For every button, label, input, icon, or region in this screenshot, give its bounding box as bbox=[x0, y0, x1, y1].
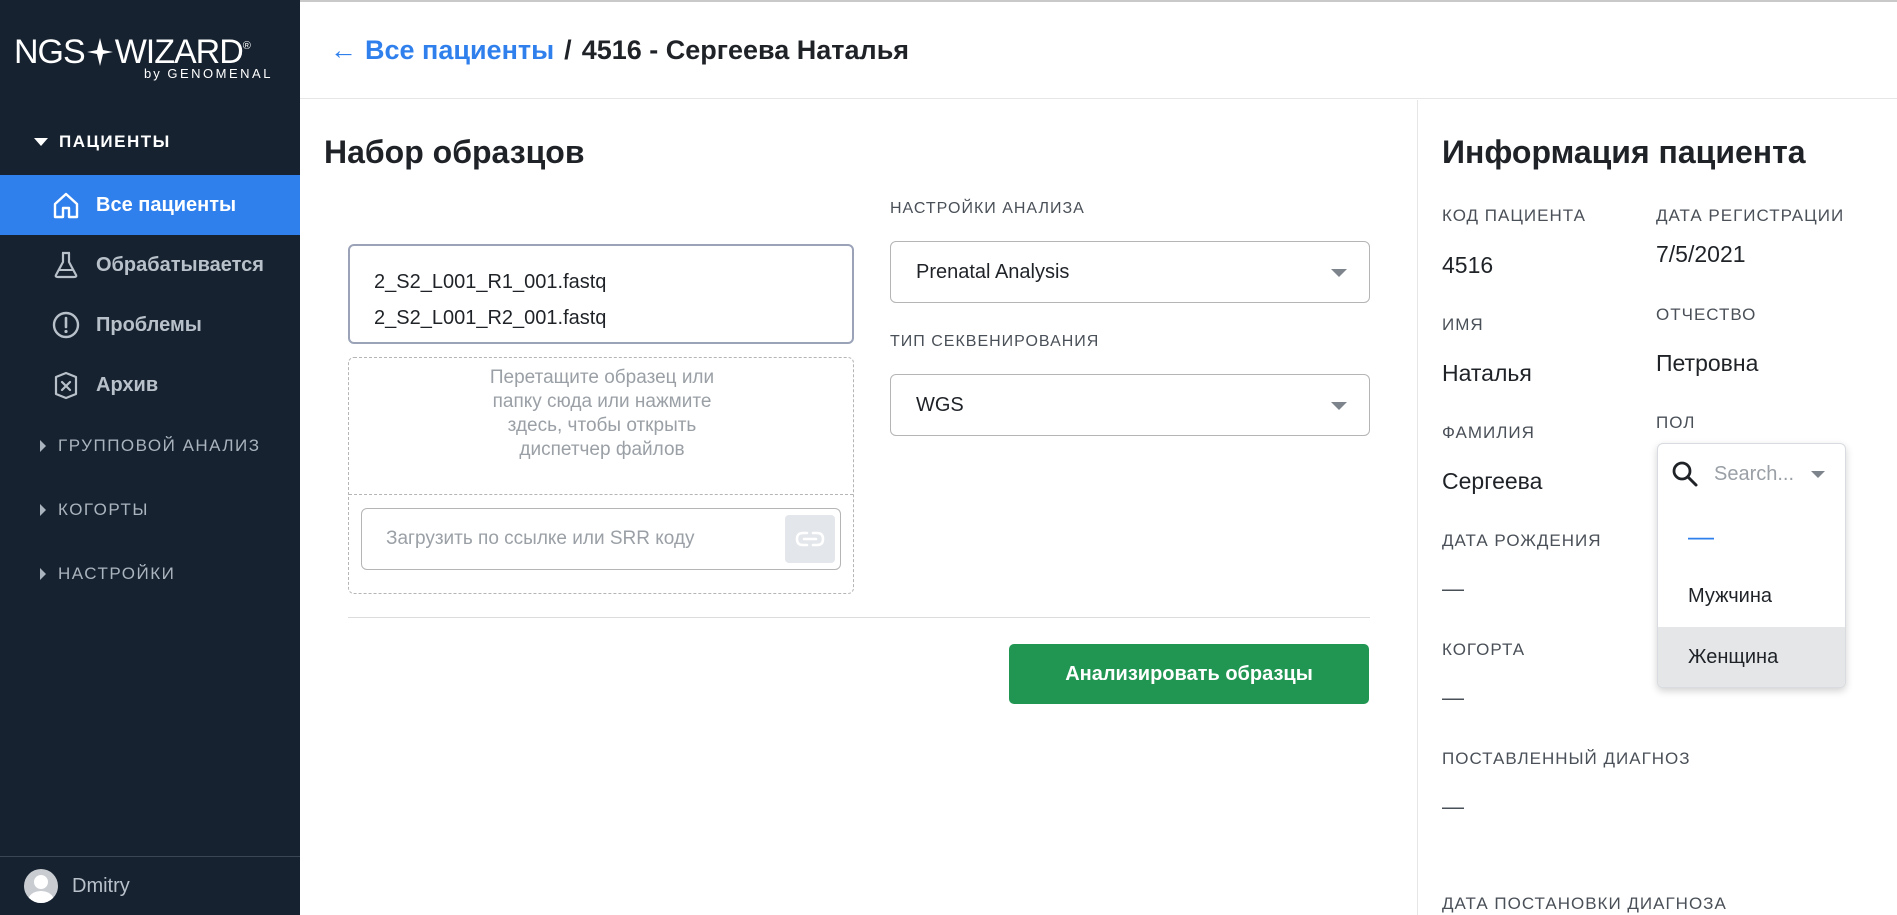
alert-icon bbox=[50, 309, 82, 341]
select-value: WGS bbox=[916, 393, 964, 416]
back-arrow-icon[interactable]: ← bbox=[330, 35, 357, 66]
first-name-label: ИМЯ bbox=[1442, 315, 1484, 334]
search-icon bbox=[1672, 461, 1698, 487]
last-name-label: ФАМИЛИЯ bbox=[1442, 423, 1535, 442]
nav-section-label: ПАЦИЕНТЫ bbox=[59, 132, 171, 151]
chevron-down-icon bbox=[1331, 269, 1347, 277]
page-header: ← Все пациенты / 4516 - Сергеева Наталья bbox=[300, 0, 1897, 99]
file-dropzone[interactable]: Перетащите образец или папку сюда или на… bbox=[348, 357, 854, 594]
sequencing-type-label: ТИП СЕКВЕНИРОВАНИЯ bbox=[890, 333, 1100, 350]
caret-right-icon bbox=[40, 504, 46, 516]
nav-section-group-analysis[interactable]: ГРУППОВОЙ АНАЛИЗ bbox=[34, 436, 261, 456]
patient-info-title: Информация пациента bbox=[1442, 134, 1806, 170]
sidebar-item-processing[interactable]: Обрабатывается bbox=[0, 235, 300, 295]
first-name-value[interactable]: Наталья bbox=[1442, 360, 1532, 387]
sidebar-item-label: Все пациенты bbox=[96, 193, 237, 216]
app-logo[interactable]: NGS WIZARD® by GENOMENAL bbox=[14, 26, 294, 86]
registration-date-value: 7/5/2021 bbox=[1656, 241, 1746, 267]
file-item: 2_S2_L001_R1_001.fastq bbox=[374, 271, 607, 293]
sidebar-item-problems[interactable]: Проблемы bbox=[0, 295, 300, 355]
caret-right-icon bbox=[40, 440, 46, 452]
archive-icon bbox=[50, 369, 82, 401]
dropdown-option-female[interactable]: Женщина bbox=[1658, 627, 1845, 687]
dropdown-search-input[interactable] bbox=[1714, 454, 1814, 494]
diagnosis-label: ПОСТАВЛЕННЫЙ ДИАГНОЗ bbox=[1442, 749, 1691, 768]
divider bbox=[348, 617, 1370, 618]
nav-section-cohorts[interactable]: КОГОРТЫ bbox=[34, 500, 149, 520]
logo-left-text: NGS bbox=[14, 33, 86, 71]
sidebar-item-label: Архив bbox=[96, 373, 159, 396]
url-upload-field bbox=[361, 508, 841, 570]
dropdown-option-none[interactable]: — bbox=[1658, 506, 1845, 566]
dropzone-hint: Перетащите образец или папку сюда или на… bbox=[489, 367, 715, 460]
nav-section-label: НАСТРОЙКИ bbox=[58, 564, 176, 583]
diagnosis-date-label: ДАТА ПОСТАНОВКИ ДИАГНОЗА bbox=[1442, 894, 1727, 913]
breadcrumb-separator: / bbox=[564, 34, 572, 65]
flask-icon bbox=[50, 249, 82, 281]
sidebar-item-archive[interactable]: Архив bbox=[0, 355, 300, 415]
analysis-settings-select[interactable]: Prenatal Analysis bbox=[890, 241, 1370, 303]
chevron-down-icon bbox=[1331, 402, 1347, 410]
nav-section-patients[interactable]: ПАЦИЕНТЫ bbox=[34, 132, 171, 152]
link-upload-button[interactable] bbox=[785, 515, 835, 563]
nav-section-label: КОГОРТЫ bbox=[58, 500, 149, 519]
analysis-settings-label: НАСТРОЙКИ АНАЛИЗА bbox=[890, 200, 1085, 217]
section-title: Набор образцов bbox=[324, 134, 585, 170]
home-icon bbox=[50, 189, 82, 221]
uploaded-files-list: 2_S2_L001_R1_001.fastq 2_S2_L001_R2_001.… bbox=[348, 244, 854, 344]
logo-registered-mark: ® bbox=[242, 40, 251, 52]
divider bbox=[349, 494, 853, 495]
link-icon bbox=[795, 531, 825, 547]
birth-date-label: ДАТА РОЖДЕНИЯ bbox=[1442, 531, 1602, 550]
sidebar-item-all-patients[interactable]: Все пациенты bbox=[0, 175, 300, 235]
patronymic-label: ОТЧЕСТВО bbox=[1656, 305, 1757, 324]
url-input[interactable] bbox=[362, 509, 782, 569]
sidebar-item-label: Обрабатывается bbox=[96, 253, 264, 276]
user-menu[interactable]: Dmitry bbox=[0, 856, 300, 915]
user-name: Dmitry bbox=[72, 874, 130, 897]
nav-section-label: ГРУППОВОЙ АНАЛИЗ bbox=[58, 436, 261, 455]
breadcrumb-current: 4516 - Сергеева Наталья bbox=[581, 34, 910, 65]
caret-down-icon bbox=[34, 138, 48, 146]
sequencing-type-select[interactable]: WGS bbox=[890, 374, 1370, 436]
analyze-samples-button[interactable]: Анализировать образцы bbox=[1009, 644, 1369, 704]
patronymic-value[interactable]: Петровна bbox=[1656, 350, 1758, 377]
sidebar-item-label: Проблемы bbox=[96, 313, 202, 336]
cohort-value[interactable]: — bbox=[1442, 685, 1464, 711]
birth-date-value[interactable]: — bbox=[1442, 576, 1464, 602]
caret-right-icon bbox=[40, 568, 46, 580]
cohort-label: КОГОРТА bbox=[1442, 640, 1526, 659]
logo-byline: by GENOMENAL bbox=[144, 66, 273, 81]
nav-section-settings[interactable]: НАСТРОЙКИ bbox=[34, 564, 175, 584]
dropdown-option-male[interactable]: Мужчина bbox=[1658, 566, 1845, 626]
select-value: Prenatal Analysis bbox=[916, 260, 1070, 283]
avatar bbox=[24, 869, 58, 903]
dropdown-search bbox=[1658, 444, 1845, 504]
breadcrumb-all-patients-link[interactable]: Все пациенты bbox=[365, 35, 554, 66]
star-icon bbox=[86, 38, 113, 66]
patient-code-value: 4516 bbox=[1442, 252, 1494, 278]
patient-code-label: КОД ПАЦИЕНТА bbox=[1442, 206, 1586, 225]
last-name-value[interactable]: Сергеева bbox=[1442, 468, 1542, 495]
sidebar: NGS WIZARD® by GENOMENAL ПАЦИЕНТЫ Все пац… bbox=[0, 0, 300, 915]
diagnosis-value[interactable]: — bbox=[1442, 794, 1464, 820]
logo-brand-text: GENOMENAL bbox=[167, 66, 273, 81]
registration-date-label: ДАТА РЕГИСТРАЦИИ bbox=[1656, 206, 1845, 225]
file-item: 2_S2_L001_R2_001.fastq bbox=[374, 307, 607, 329]
sex-dropdown[interactable]: — Мужчина Женщина bbox=[1657, 443, 1846, 688]
sample-set-panel: Набор образцов 2_S2_L001_R1_001.fastq 2_… bbox=[300, 100, 1417, 915]
sex-label: ПОЛ bbox=[1656, 413, 1696, 432]
logo-by-text: by bbox=[144, 66, 162, 81]
chevron-down-icon[interactable] bbox=[1811, 471, 1825, 478]
